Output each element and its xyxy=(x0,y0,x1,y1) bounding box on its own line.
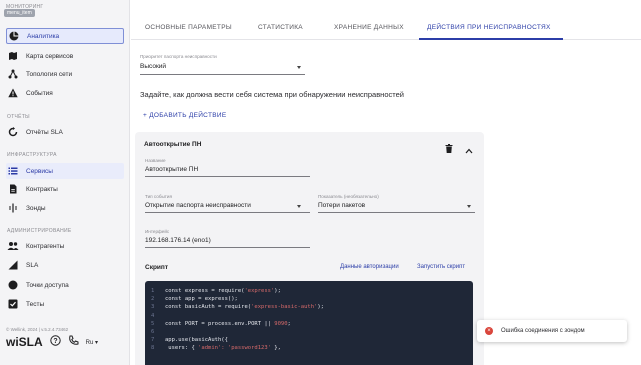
sidebar-item-service-map[interactable]: Карта сервисов xyxy=(6,48,124,64)
error-icon: × xyxy=(485,327,493,335)
svg-text:?: ? xyxy=(53,338,57,345)
sidebar-item-analytics[interactable]: Аналитика xyxy=(6,28,124,44)
language-select[interactable]: Ru ▾ xyxy=(86,339,98,346)
sidebar-item-topology[interactable]: Топология сети xyxy=(6,66,124,82)
code-line: 2 const app = express(); xyxy=(151,296,238,303)
priority-label: Приоритет паспорта неисправности xyxy=(140,54,217,59)
event-type-underline xyxy=(145,212,310,213)
error-toast[interactable]: × Ошибка соединения с зондом xyxy=(477,320,627,342)
name-input[interactable]: Автооткрытие ПН xyxy=(145,166,198,173)
refresh-icon xyxy=(6,127,20,137)
menu-item-tag: menu_item xyxy=(4,9,35,17)
language-value: Ru xyxy=(85,339,94,346)
code-line: 1 const express = require('express'); xyxy=(151,288,281,294)
main-content: ОСНОВНЫЕ ПАРАМЕТРЫ СТАТИСТИКА ХРАНЕНИЕ Д… xyxy=(131,0,641,365)
tab-data-storage[interactable]: ХРАНЕНИЕ ДАННЫХ xyxy=(334,24,404,31)
tab-bar: ОСНОВНЫЕ ПАРАМЕТРЫ СТАТИСТИКА ХРАНЕНИЕ Д… xyxy=(131,0,641,40)
warning-icon xyxy=(6,88,20,98)
auth-data-link[interactable]: Данные авторизации xyxy=(340,264,399,270)
probe-icon xyxy=(6,203,20,213)
add-action-button[interactable]: + ДОБАВИТЬ ДЕЙСТВИЕ xyxy=(143,112,226,119)
sidebar-item-label: Зонды xyxy=(26,204,46,212)
section-heading: Задайте, как должна вести себя система п… xyxy=(140,90,404,99)
sidebar-item-sla-reports[interactable]: Отчёты SLA xyxy=(6,124,124,140)
sidebar-item-events[interactable]: События xyxy=(6,85,124,101)
sidebar-item-label: События xyxy=(26,89,53,97)
priority-select[interactable]: Высокий xyxy=(140,63,166,70)
sidebar-section-reports: ОТЧЁТЫ xyxy=(7,114,30,120)
brand-row: wiSLA ? Ru ▾ xyxy=(6,335,98,349)
delete-icon[interactable] xyxy=(445,140,453,158)
toast-message: Ошибка соединения с зондом xyxy=(501,328,585,334)
interface-label: Интерфейс xyxy=(145,229,170,234)
map-icon xyxy=(6,51,20,61)
list-icon xyxy=(6,166,20,176)
sidebar: МОНИТОРИНГ menu_item Аналитика Карта сер… xyxy=(0,0,130,365)
sidebar-item-label: Точки доступа xyxy=(26,281,69,289)
sidebar-item-label: Сервисы xyxy=(26,167,53,175)
sidebar-item-label: Тесты xyxy=(26,300,45,308)
help-icon[interactable]: ? xyxy=(49,335,61,349)
code-line: 8 users: { 'admin': 'password123' }, xyxy=(151,345,281,352)
metric-label: Показатель (необязательно) xyxy=(318,194,379,199)
sidebar-item-access-points[interactable]: Точки доступа xyxy=(6,277,124,293)
interface-underline xyxy=(145,247,310,248)
script-title: Скрипт xyxy=(145,264,169,271)
code-line: 3 const basicAuth = require('express-basi… xyxy=(151,304,324,311)
sla-icon xyxy=(6,260,20,270)
version-footer: © Wellink, 2024 | v.5.2.4.73462 xyxy=(6,327,69,332)
sidebar-item-tests[interactable]: Тесты xyxy=(6,296,124,312)
test-icon xyxy=(6,299,20,309)
chevron-up-icon[interactable] xyxy=(465,141,473,159)
run-script-link[interactable]: Запустить скрипт xyxy=(417,264,465,270)
priority-underline xyxy=(140,74,305,75)
circle-icon xyxy=(6,280,20,290)
topology-icon xyxy=(6,69,20,79)
sidebar-item-label: SLA xyxy=(26,261,39,269)
sidebar-item-services[interactable]: Сервисы xyxy=(6,163,124,179)
sidebar-item-label: Топология сети xyxy=(26,70,73,78)
sidebar-item-label: Карта сервисов xyxy=(26,52,74,60)
sidebar-section-infra: ИНФРАСТРУКТУРА xyxy=(7,152,57,158)
code-line: 7 app.use(basicAuth({ xyxy=(151,337,228,344)
metric-select[interactable]: Потери пакетов xyxy=(318,202,365,209)
pie-chart-icon xyxy=(7,31,21,41)
sidebar-item-contracts[interactable]: Контракты xyxy=(6,181,124,197)
event-type-select[interactable]: Открытие паспорта неисправности xyxy=(145,202,251,209)
active-tab-indicator xyxy=(419,38,563,40)
brand-logo: wiSLA xyxy=(6,335,43,349)
name-label: Название xyxy=(145,158,166,163)
sidebar-item-probes[interactable]: Зонды xyxy=(6,200,124,216)
people-icon xyxy=(6,241,20,251)
code-line: 5 const PORT = process.env.PORT || 9090; xyxy=(151,320,291,327)
sidebar-item-label: Отчёты SLA xyxy=(26,128,63,136)
code-line: 4 xyxy=(151,312,155,319)
code-line: 6 xyxy=(151,329,155,336)
chevron-down-icon xyxy=(467,205,471,208)
sidebar-item-sla[interactable]: SLA xyxy=(6,257,124,273)
script-editor[interactable]: 1 const express = require('express'); 2 co… xyxy=(145,281,473,365)
chevron-down-icon xyxy=(297,66,301,69)
name-underline xyxy=(145,176,310,177)
phone-icon[interactable] xyxy=(68,335,79,349)
action-card-title: Автооткрытие ПН xyxy=(144,141,202,148)
metric-underline xyxy=(318,212,475,213)
sidebar-item-label: Аналитика xyxy=(27,32,60,40)
sidebar-item-label: Контрагенты xyxy=(26,242,65,250)
chevron-down-icon xyxy=(297,205,301,208)
sidebar-item-counterparties[interactable]: Контрагенты xyxy=(6,238,124,254)
tab-fault-actions[interactable]: ДЕЙСТВИЯ ПРИ НЕИСПРАВНОСТЯХ xyxy=(427,24,551,31)
document-icon xyxy=(6,184,20,194)
sidebar-section-admin: АДМИНИСТРИРОВАНИЕ xyxy=(7,228,72,234)
tab-main-params[interactable]: ОСНОВНЫЕ ПАРАМЕТРЫ xyxy=(145,24,232,31)
interface-select[interactable]: 192.168.176.14 (eno1) xyxy=(145,237,211,244)
sidebar-item-label: Контракты xyxy=(26,185,58,193)
event-type-label: Тип события xyxy=(145,194,172,199)
tab-statistics[interactable]: СТАТИСТИКА xyxy=(258,24,303,31)
